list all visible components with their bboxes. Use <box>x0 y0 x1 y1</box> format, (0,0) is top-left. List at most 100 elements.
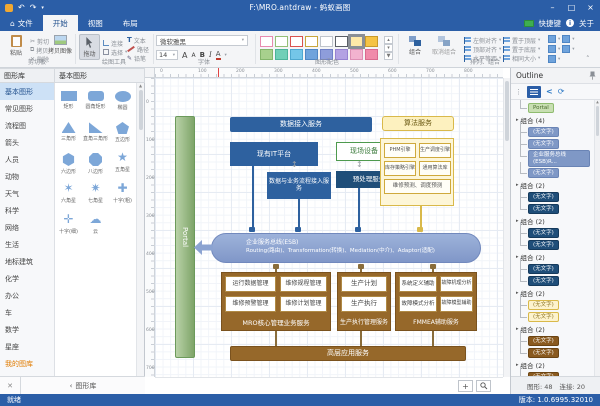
group-button[interactable]: 组合 <box>402 36 428 56</box>
shape-oct[interactable]: 八边形 <box>82 150 109 181</box>
sidebar-category-15[interactable]: 星座 <box>0 338 54 355</box>
shape-star5[interactable]: ★五角星 <box>109 150 136 181</box>
shape-pent[interactable]: 五边形 <box>109 119 136 150</box>
quick-access-caret-icon[interactable]: ▾ <box>41 5 44 11</box>
palette-down-button[interactable]: ▾ <box>384 44 393 52</box>
canvas-vertical-scrollbar[interactable] <box>503 78 510 377</box>
sidebar-category-14[interactable]: 数学 <box>0 321 54 338</box>
sidebar-category-0[interactable]: 基本图形 <box>0 83 54 100</box>
arrange-item-3[interactable]: 置于顶层▾ <box>503 36 540 44</box>
text-tool-button[interactable]: T文本 <box>127 36 149 44</box>
diagram-bottom-bar[interactable]: 高层应用服务 <box>230 346 466 361</box>
color-swatch-2[interactable] <box>290 36 303 47</box>
pin-icon[interactable] <box>589 71 596 80</box>
refresh-icon[interactable]: ⟳ <box>558 87 565 96</box>
font-family-select[interactable]: 微软雅黑▾ <box>156 35 248 46</box>
tab-view[interactable]: 视图 <box>78 15 113 31</box>
sidebar-category-16[interactable]: 我的图库 <box>0 355 54 372</box>
panel-menu-icon[interactable]: ⋮ <box>515 88 522 96</box>
diagram-fmmea-box[interactable]: 故障模式分析 <box>399 296 437 312</box>
outline-chip[interactable]: (无文字) <box>528 276 559 287</box>
color-swatch-7[interactable] <box>365 36 378 47</box>
about-button[interactable]: 关于 <box>579 18 594 29</box>
outline-chip[interactable]: 企业服务总线(ESB)R... <box>528 150 590 168</box>
sidebar-category-12[interactable]: 办公 <box>0 287 54 304</box>
shape-tri[interactable]: 三角形 <box>55 119 82 150</box>
diagram-algo-box[interactable]: PHM引擎 <box>384 143 416 158</box>
tab-file[interactable]: ⌂文件 <box>0 15 43 31</box>
sidebar-category-5[interactable]: 动物 <box>0 168 54 185</box>
diagram-data-access-banner[interactable]: 数据接入服务 <box>230 117 372 132</box>
shape-cross_thin[interactable]: ✛十字(细) <box>55 212 82 243</box>
shape-rrect[interactable]: 圆角矩形 <box>82 88 109 119</box>
outline-chip[interactable]: (无文字) <box>528 192 559 203</box>
diagram-existing-it-box[interactable]: 现有IT平台 <box>230 142 318 166</box>
outline-chip[interactable]: (无文字) <box>528 348 559 359</box>
outline-chip[interactable]: (无文字) <box>528 127 559 138</box>
diagram-portal-bar[interactable]: Portal <box>175 116 195 358</box>
share-view-icon[interactable]: < <box>546 87 553 96</box>
ribbon-extra-tool[interactable]: ▾ <box>548 55 575 63</box>
color-swatch-5[interactable] <box>335 36 348 47</box>
outline-chip[interactable]: (无文字) <box>528 168 559 179</box>
shape-rtri[interactable]: 直角三角形 <box>82 119 109 150</box>
outline-chip[interactable]: (无文字) <box>528 240 559 251</box>
sidebar-category-6[interactable]: 天气 <box>0 185 54 202</box>
shape-cloud[interactable]: ☁云 <box>82 212 109 243</box>
library-footer[interactable]: ‹图形库 <box>20 377 145 394</box>
palette-up-button[interactable]: ▴ <box>384 36 393 44</box>
diagram-prod-box[interactable]: 生产计划 <box>341 276 387 292</box>
close-library-button[interactable]: ✕ <box>0 382 20 390</box>
close-button[interactable]: × <box>581 0 600 15</box>
path-tool-button[interactable]: 路径 <box>127 45 149 53</box>
sidebar-category-2[interactable]: 流程图 <box>0 117 54 134</box>
outline-chip[interactable]: (无文字) <box>528 228 559 239</box>
color-swatch-4[interactable] <box>320 36 333 47</box>
color-swatch-1[interactable] <box>275 36 288 47</box>
diagram-fmmea-box[interactable]: 故障模型辅助 <box>440 296 473 312</box>
arrange-item-4[interactable]: 置于底层▾ <box>503 45 540 53</box>
copy-image-button[interactable]: 拷贝图像 <box>47 35 73 55</box>
diagram-algo-box[interactable]: 生产调度引擎 <box>419 143 451 158</box>
outline-scrollbar[interactable]: ▲ <box>594 100 600 376</box>
outline-chip[interactable]: (无文字) <box>528 336 559 347</box>
zoom-in-button[interactable]: + <box>458 380 473 392</box>
sidebar-category-1[interactable]: 常见图形 <box>0 100 54 117</box>
diagram-prod-box[interactable]: 生产执行 <box>341 296 387 312</box>
diagram-algo-box[interactable]: 通用算法库 <box>419 161 451 176</box>
diagram-data-process-access-box[interactable]: 数据与业务流程接入服务 <box>267 172 331 199</box>
diagram-mro-box[interactable]: 维修预警管理 <box>225 296 276 312</box>
ribbon-extra-tool[interactable]: ▾▾ <box>548 45 575 53</box>
redo-icon[interactable]: ↷ <box>30 3 37 12</box>
sidebar-category-7[interactable]: 科学 <box>0 202 54 219</box>
shape-star6[interactable]: ✶六角星 <box>55 181 82 212</box>
minimize-button[interactable]: – <box>543 0 562 15</box>
color-swatch-3[interactable] <box>305 36 318 47</box>
sidebar-category-11[interactable]: 化学 <box>0 270 54 287</box>
diagram-algo-box[interactable]: 维修预测、调度预测 <box>384 179 451 194</box>
outline-chip[interactable]: (无文字) <box>528 300 559 311</box>
diagram-esb-bus[interactable]: 企业服务总线(ESB) Routing(路由)、Transformation(转… <box>211 233 481 263</box>
shape-cross_thick[interactable]: ✚十字(粗) <box>109 181 136 212</box>
library-scrollbar[interactable]: ▲ <box>136 83 144 376</box>
sidebar-category-3[interactable]: 箭头 <box>0 134 54 151</box>
tab-home[interactable]: 开始 <box>43 15 78 31</box>
drawing-canvas[interactable]: Portal 数据接入服务 现有IT平台 现场设备 ↕ ↕ 数据与业务流程接入服… <box>155 78 503 377</box>
ribbon-collapse-button[interactable]: ˄ <box>586 55 590 63</box>
shortcuts-button[interactable]: 快捷键 <box>539 18 562 29</box>
ungroup-button[interactable]: 取消组合 <box>428 36 460 56</box>
outline-chip[interactable]: (无文字) <box>528 264 559 275</box>
maximize-button[interactable]: □ <box>562 0 581 15</box>
outline-chip[interactable]: (无文字) <box>528 204 559 215</box>
sidebar-category-8[interactable]: 网络 <box>0 219 54 236</box>
info-icon[interactable]: i <box>566 19 574 27</box>
diagram-mro-box[interactable]: 维修规程管理 <box>280 276 327 292</box>
color-swatch-0[interactable] <box>260 36 273 47</box>
outline-chip[interactable]: (无文字) <box>528 312 559 323</box>
sidebar-category-10[interactable]: 地标建筑 <box>0 253 54 270</box>
ribbon-extra-tool[interactable]: ▾▾ <box>548 35 575 43</box>
diagram-algo-box[interactable]: 库存策略引擎 <box>384 161 416 176</box>
diagram-mro-box[interactable]: 运行数据管理 <box>225 276 276 292</box>
shape-hex[interactable]: 六边形 <box>55 150 82 181</box>
shape-ellipse[interactable]: 椭圆 <box>109 88 136 119</box>
